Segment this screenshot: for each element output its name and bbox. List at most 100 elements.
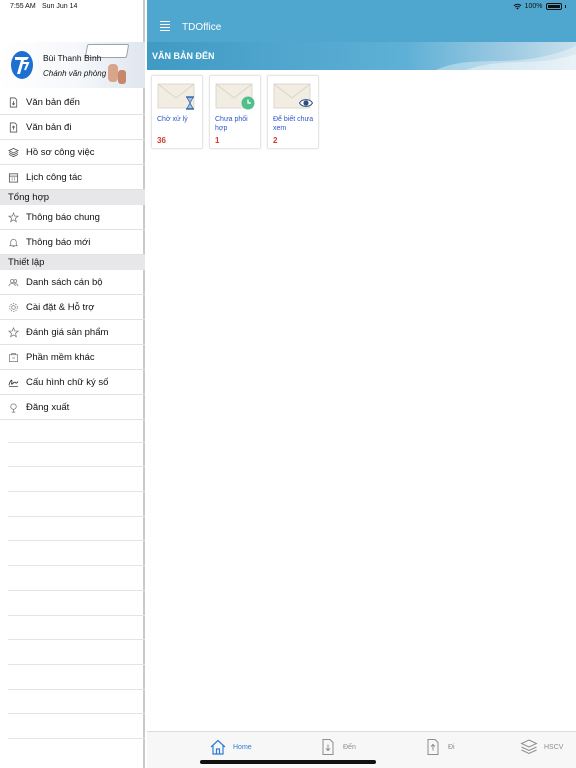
empty-row [8, 418, 145, 443]
home-icon [210, 739, 226, 755]
users-icon [8, 277, 19, 288]
empty-row [8, 541, 145, 567]
sidebar-item-label: Văn bản đi [26, 121, 72, 133]
card-count: 2 [273, 136, 278, 145]
sidebar-item-label: Phần mềm khác [26, 351, 95, 363]
sidebar-menu: Văn bản đến Văn bản đi Hồ sơ công việc L… [0, 90, 145, 420]
section-settings: Thiết lập [0, 255, 145, 270]
star-icon [8, 326, 19, 338]
sidebar-item-other-software[interactable]: Phần mềm khác [0, 345, 145, 370]
empty-row [8, 443, 145, 468]
card-label: Chưa phối hợp [215, 116, 248, 132]
calendar-icon [8, 172, 19, 183]
sidebar-item-schedule[interactable]: Lịch công tác [0, 165, 145, 190]
card-pending[interactable]: Chờ xử lý 36 [151, 75, 203, 149]
wifi-icon [513, 3, 522, 10]
section-summary: Tổng hợp [0, 190, 145, 205]
status-bar: 7:55 AM Sun Jun 14 100% [0, 0, 576, 14]
sidebar-item-label: Thông báo chung [26, 211, 100, 223]
empty-row [8, 467, 145, 493]
battery-percent: 100% [524, 3, 543, 10]
empty-row [8, 616, 145, 641]
tab-incoming[interactable]: Đến [319, 738, 356, 756]
battery-icon [545, 3, 562, 10]
empty-row [8, 566, 145, 591]
card-label: Để biết chưa xem [273, 116, 314, 132]
bell-icon [8, 237, 19, 248]
star-burst-icon [8, 211, 19, 223]
tab-home[interactable]: Home [209, 738, 252, 756]
tab-label: Đi [448, 743, 455, 751]
menu-toggle-icon[interactable] [160, 21, 170, 33]
eye-icon [299, 99, 313, 107]
app-title: TDOffice [182, 22, 222, 33]
profile-role: Chánh văn phòng [43, 69, 107, 78]
app-icon [8, 352, 19, 363]
empty-row [8, 640, 145, 665]
sidebar-item-general-notices[interactable]: Thông báo chung [0, 205, 145, 230]
incoming-doc-cards: Chờ xử lý 36 Chưa phối hợp 1 Để biết chư… [151, 75, 319, 149]
card-not-coordinated[interactable]: Chưa phối hợp 1 [209, 75, 261, 149]
status-time: 7:55 AM [10, 3, 36, 10]
main-content: Chờ xử lý 36 Chưa phối hợp 1 Để biết chư… [147, 70, 576, 731]
sidebar-item-label: Văn bản đến [26, 96, 80, 108]
sidebar-item-new-notices[interactable]: Thông báo mới [0, 230, 145, 255]
card-label: Chờ xử lý [157, 116, 188, 123]
status-right: 100% [513, 3, 566, 10]
sidebar-item-label: Danh sách cán bộ [26, 276, 103, 288]
logout-icon [8, 402, 19, 413]
sidebar-item-label: Thông báo mới [26, 236, 91, 248]
gear-icon [8, 302, 19, 313]
empty-row [8, 492, 145, 517]
empty-row [8, 591, 145, 616]
tab-label: HSCV [544, 743, 564, 751]
tab-label: Đến [343, 743, 356, 751]
sidebar-item-incoming-docs[interactable]: Văn bản đến [0, 90, 145, 115]
hand-illustration-2 [118, 70, 126, 84]
clock-icon [241, 96, 255, 110]
section-banner: VĂN BẢN ĐẾN [147, 42, 576, 70]
hourglass-icon [186, 96, 194, 110]
empty-row [8, 665, 145, 690]
banner-decoration [436, 46, 576, 70]
sidebar-item-staff-list[interactable]: Danh sách cán bộ [0, 270, 145, 295]
layers-icon [520, 739, 538, 755]
sidebar-item-digital-signature[interactable]: Cấu hình chữ ký số [0, 370, 145, 395]
document-in-icon [8, 97, 19, 108]
card-count: 1 [215, 136, 220, 145]
sidebar-item-label: Cài đặt & Hỗ trợ [26, 301, 95, 313]
sidebar: Bùi Thanh Bình Chánh văn phòng Văn bản đ… [0, 0, 145, 768]
empty-row [8, 690, 145, 715]
layers-icon [8, 147, 19, 158]
sidebar-item-work-files[interactable]: Hồ sơ công việc [0, 140, 145, 165]
document-out-icon [427, 739, 439, 755]
hand-illustration [108, 64, 118, 82]
sidebar-item-label: Cấu hình chữ ký số [26, 376, 109, 388]
empty-row [8, 714, 145, 739]
signature-icon [8, 377, 19, 388]
card-count: 36 [157, 136, 166, 145]
battery-nub [564, 5, 566, 8]
sidebar-item-label: Lịch công tác [26, 171, 82, 183]
tab-outgoing[interactable]: Đi [424, 738, 455, 756]
sidebar-empty-rows [8, 418, 145, 739]
sidebar-item-settings-support[interactable]: Cài đặt & Hỗ trợ [0, 295, 145, 320]
profile-header[interactable]: Bùi Thanh Bình Chánh văn phòng [0, 42, 145, 88]
sidebar-item-rate-product[interactable]: Đánh giá sản phẩm [0, 320, 145, 345]
profile-name: Bùi Thanh Bình [43, 53, 102, 63]
sidebar-item-label: Đăng xuất [26, 401, 70, 413]
card-unread-info[interactable]: Để biết chưa xem 2 [267, 75, 319, 149]
empty-row [8, 517, 145, 542]
sidebar-item-label: Hồ sơ công việc [26, 146, 95, 158]
sidebar-item-outgoing-docs[interactable]: Văn bản đi [0, 115, 145, 140]
tab-label: Home [233, 743, 252, 751]
status-date: Sun Jun 14 [42, 3, 78, 10]
sidebar-item-logout[interactable]: Đăng xuất [0, 395, 145, 420]
sidebar-item-label: Đánh giá sản phẩm [26, 326, 109, 338]
document-out-icon [8, 122, 19, 133]
document-in-icon [322, 739, 334, 755]
banner-title: VĂN BẢN ĐẾN [152, 51, 215, 61]
home-indicator [200, 760, 376, 764]
td-logo-icon [11, 51, 33, 79]
tab-hscv[interactable]: HSCV [520, 738, 563, 756]
